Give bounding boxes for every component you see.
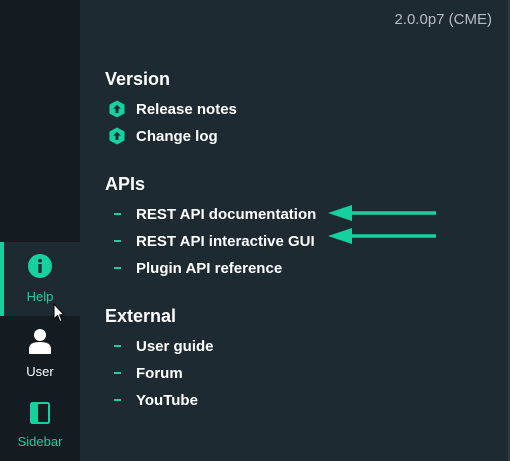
nav-item-sidebar-label: Sidebar [17,434,63,449]
dash-icon [107,267,127,269]
checkmk-logo-icon [107,100,127,118]
nav-item-user-label: User [26,364,54,379]
link-user-guide[interactable]: User guide [107,335,214,357]
nav-item-help-label: Help [26,289,54,304]
version-label: 2.0.0p7 (CME) [394,11,492,28]
dash-icon [107,240,127,242]
help-menu-screen: Help User Sidebar 2.0.0p7 (CME) Version … [0,0,510,461]
sidebar-icon [30,402,50,429]
link-rest-api-documentation[interactable]: REST API documentation [107,203,316,225]
annotation-arrow-icon [328,205,436,221]
user-icon [29,328,51,359]
annotation-arrow-icon [328,228,436,244]
link-label: Change log [136,127,218,145]
nav-item-sidebar[interactable]: Sidebar [0,402,80,457]
nav-item-help[interactable]: Help [0,242,80,316]
link-label: User guide [136,337,214,355]
section-title-version: Version [105,69,171,89]
link-plugin-api-reference[interactable]: Plugin API reference [107,257,282,279]
link-label: Plugin API reference [136,259,283,277]
link-label: YouTube [136,391,198,409]
navigation-rail: Help User Sidebar [0,0,80,461]
link-release-notes[interactable]: Release notes [107,98,237,120]
dash-icon [107,345,127,347]
dash-icon [107,213,127,215]
nav-item-user[interactable]: User [0,328,80,383]
active-indicator [0,242,4,316]
link-label: REST API documentation [136,205,317,223]
link-label: Release notes [136,100,237,118]
link-rest-api-interactive-gui[interactable]: REST API interactive GUI [107,230,315,252]
link-change-log[interactable]: Change log [107,125,218,147]
checkmk-logo-icon [107,127,127,145]
link-label: REST API interactive GUI [136,232,315,250]
link-youtube[interactable]: YouTube [107,389,198,411]
help-menu-panel: 2.0.0p7 (CME) Version Release notes Chan… [80,0,510,461]
dash-icon [107,399,127,401]
link-label: Forum [136,364,183,382]
info-icon [28,254,52,283]
mouse-cursor-icon [53,303,65,328]
dash-icon [107,372,127,374]
section-title-external: External [105,306,177,326]
section-title-apis: APIs [105,174,146,194]
link-forum[interactable]: Forum [107,362,183,384]
